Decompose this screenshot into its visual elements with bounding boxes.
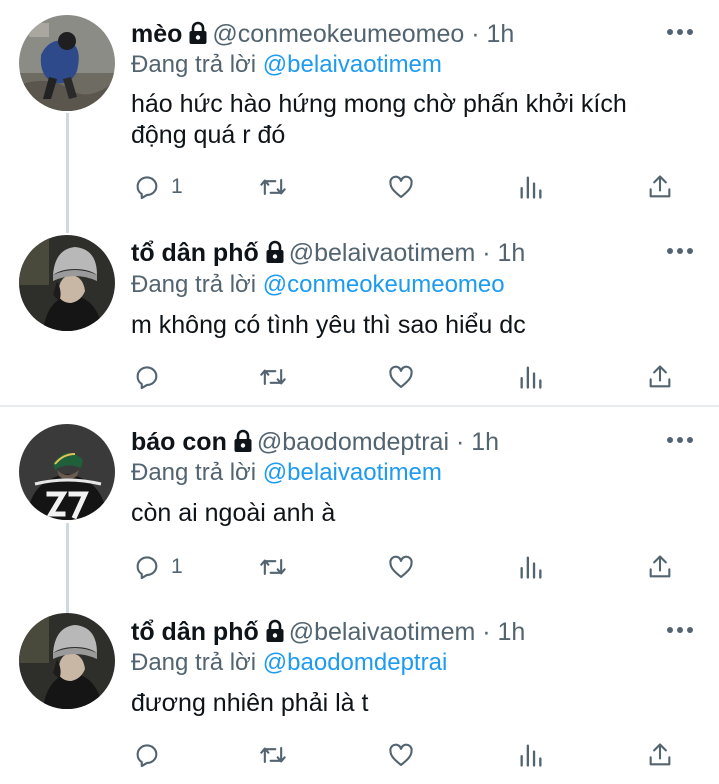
retweet-button[interactable] xyxy=(259,360,287,394)
reply-tweet[interactable]: báo con @baodomdeptrai · 1h Đang trả lời … xyxy=(0,408,719,604)
avatar[interactable] xyxy=(19,613,115,709)
reply-icon xyxy=(136,556,158,580)
reply-button[interactable] xyxy=(133,738,171,772)
views-button[interactable] xyxy=(517,738,545,772)
reply-icon xyxy=(136,744,158,768)
reply-button[interactable]: 1 xyxy=(133,170,183,204)
views-icon xyxy=(520,366,542,389)
retweet-icon xyxy=(260,746,286,764)
avatar-photo-grey-beanie xyxy=(19,613,115,709)
more-icon[interactable] xyxy=(667,244,693,258)
share-button[interactable] xyxy=(646,360,674,394)
tweet-text: m không có tình yêu thì sao hiểu dc xyxy=(131,311,526,339)
replying-to-handle[interactable]: @conmeokeumeomeo xyxy=(263,271,505,298)
replying-to-label: Đang trả lời xyxy=(131,51,257,78)
conversation-divider xyxy=(0,405,719,407)
share-icon xyxy=(649,555,671,578)
replying-to-label: Đang trả lời xyxy=(131,649,257,676)
tweet-actions xyxy=(131,360,676,394)
share-icon xyxy=(649,175,671,198)
user-handle[interactable]: @conmeokeumeomeo xyxy=(212,20,464,48)
avatar[interactable] xyxy=(19,15,115,111)
reply-icon xyxy=(136,176,158,200)
reply-tweet[interactable]: tổ dân phố @belaivaotimem · 1h Đang trả l… xyxy=(0,232,719,405)
replying-to: Đang trả lời @baodomdeptrai xyxy=(131,649,447,677)
reply-button[interactable]: 1 xyxy=(133,550,183,584)
display-name[interactable]: tổ dân phố xyxy=(131,239,259,267)
like-icon xyxy=(389,175,413,198)
avatar[interactable] xyxy=(19,235,115,331)
replying-to: Đang trả lời @belaivaotimem xyxy=(131,459,442,487)
views-icon xyxy=(520,556,542,579)
avatar-photo-crouching-person xyxy=(19,15,115,111)
tweet-text: còn ai ngoài anh à xyxy=(131,499,336,527)
avatar-photo-grey-beanie xyxy=(19,235,115,331)
retweet-icon xyxy=(260,558,286,576)
display-name[interactable]: mèo xyxy=(131,20,182,48)
retweet-button[interactable] xyxy=(259,170,287,204)
like-button[interactable] xyxy=(387,170,415,204)
tweet-header: tổ dân phố @belaivaotimem · 1h xyxy=(131,236,649,270)
more-icon[interactable] xyxy=(667,623,693,637)
tweet-actions: 1 xyxy=(131,170,676,204)
views-button[interactable] xyxy=(517,360,545,394)
reply-button[interactable] xyxy=(133,360,171,394)
display-name[interactable]: báo con xyxy=(131,428,227,456)
more-icon[interactable] xyxy=(667,25,693,39)
lock-icon xyxy=(233,428,253,462)
views-button[interactable] xyxy=(517,550,545,584)
tweet-header: mèo @conmeokeumeomeo · 1h xyxy=(131,17,649,51)
reply-icon xyxy=(136,366,158,390)
replying-to-handle[interactable]: @baodomdeptrai xyxy=(263,649,447,676)
reply-tweet[interactable]: mèo @conmeokeumeomeo · 1h Đang trả lời @b… xyxy=(0,0,719,230)
like-button[interactable] xyxy=(387,550,415,584)
replying-to-label: Đang trả lời xyxy=(131,271,257,298)
replying-to-handle[interactable]: @belaivaotimem xyxy=(263,51,442,78)
display-name[interactable]: tổ dân phố xyxy=(131,618,259,646)
views-icon xyxy=(520,744,542,767)
timestamp[interactable]: 1h xyxy=(471,428,499,456)
like-icon xyxy=(389,555,413,578)
tweet-actions xyxy=(131,738,676,772)
views-icon xyxy=(520,176,542,199)
share-icon xyxy=(649,743,671,766)
like-icon xyxy=(389,365,413,388)
reply-count: 1 xyxy=(171,555,183,578)
tweet-text: háo hức hào hứng mong chờ phấn khởi kích… xyxy=(131,90,627,149)
timestamp[interactable]: 1h xyxy=(498,618,526,646)
replying-to-handle[interactable]: @belaivaotimem xyxy=(263,459,442,486)
reply-count: 1 xyxy=(171,175,183,198)
timestamp[interactable]: 1h xyxy=(498,239,526,267)
lock-icon xyxy=(188,20,208,54)
lock-icon xyxy=(265,618,285,652)
avatar-photo-readymade-27-jersey xyxy=(19,424,115,520)
views-button[interactable] xyxy=(517,170,545,204)
like-button[interactable] xyxy=(387,360,415,394)
tweet-header: báo con @baodomdeptrai · 1h xyxy=(131,425,649,459)
tweet-actions: 1 xyxy=(131,550,676,584)
like-icon xyxy=(389,743,413,766)
user-handle[interactable]: @belaivaotimem xyxy=(289,618,476,646)
retweet-icon xyxy=(260,368,286,386)
reply-tweet[interactable]: tổ dân phố @belaivaotimem · 1h Đang trả l… xyxy=(0,610,719,784)
retweet-icon xyxy=(260,178,286,196)
replying-to: Đang trả lời @belaivaotimem xyxy=(131,51,442,79)
retweet-button[interactable] xyxy=(259,738,287,772)
like-button[interactable] xyxy=(387,738,415,772)
more-icon[interactable] xyxy=(667,433,693,447)
timestamp[interactable]: 1h xyxy=(487,20,515,48)
share-button[interactable] xyxy=(646,550,674,584)
retweet-button[interactable] xyxy=(259,550,287,584)
replying-to: Đang trả lời @conmeokeumeomeo xyxy=(131,271,505,299)
user-handle[interactable]: @belaivaotimem xyxy=(289,239,476,267)
tweet-header: tổ dân phố @belaivaotimem · 1h xyxy=(131,615,649,649)
avatar[interactable] xyxy=(19,424,115,520)
share-icon xyxy=(649,365,671,388)
share-button[interactable] xyxy=(646,738,674,772)
lock-icon xyxy=(265,239,285,273)
tweet-text: đương nhiên phải là t xyxy=(131,689,369,717)
replying-to-label: Đang trả lời xyxy=(131,459,257,486)
share-button[interactable] xyxy=(646,170,674,204)
user-handle[interactable]: @baodomdeptrai xyxy=(257,428,449,456)
